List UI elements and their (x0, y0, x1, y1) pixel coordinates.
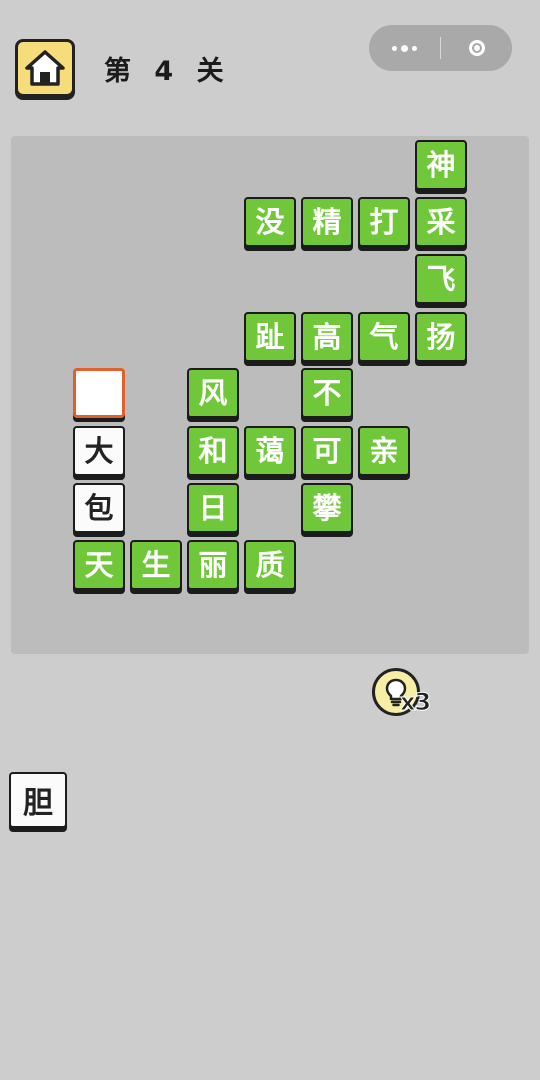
grid-tile: 采 (415, 197, 467, 247)
grid-tile: 高 (301, 312, 353, 362)
more-dots-icon (392, 44, 417, 52)
grid-tile: 风 (187, 368, 239, 418)
more-menu-button[interactable] (369, 25, 440, 71)
grid-tile[interactable]: 包 (73, 483, 125, 533)
close-program-button[interactable] (441, 25, 512, 71)
level-title: 第 4 关 (104, 56, 224, 87)
hint-button[interactable]: x3 (372, 668, 432, 718)
grid-tile: 没 (244, 197, 296, 247)
grid-tile: 生 (130, 540, 182, 590)
grid-tile: 不 (301, 368, 353, 418)
mini-program-capsule (369, 25, 512, 71)
grid-tile: 亲 (358, 426, 410, 476)
grid-tile: 攀 (301, 483, 353, 533)
grid-tile: 蔼 (244, 426, 296, 476)
home-icon (25, 50, 65, 86)
grid-tile: 打 (358, 197, 410, 247)
grid-tile: 气 (358, 312, 410, 362)
grid-tile: 神 (415, 140, 467, 190)
grid-tile: 飞 (415, 254, 467, 304)
grid-tile: 扬 (415, 312, 467, 362)
grid-tile[interactable]: 大 (73, 426, 125, 476)
grid-tile: 精 (301, 197, 353, 247)
selected-empty-cell[interactable] (73, 368, 125, 418)
grid-tile: 趾 (244, 312, 296, 362)
target-circle-icon (468, 40, 485, 56)
grid-tile: 和 (187, 426, 239, 476)
grid-tile: 可 (301, 426, 353, 476)
grid-tile: 丽 (187, 540, 239, 590)
grid-tile: 天 (73, 540, 125, 590)
puzzle-board: 神没精打采飞趾高气扬风 不大 和蔼可亲包 日 攀天生丽质 (11, 136, 529, 654)
candidate-tile[interactable]: 胆 (9, 772, 67, 828)
grid-tile: 日 (187, 483, 239, 533)
hint-count: x3 (399, 688, 431, 717)
home-button[interactable] (15, 39, 75, 97)
grid-tile: 质 (244, 540, 296, 590)
